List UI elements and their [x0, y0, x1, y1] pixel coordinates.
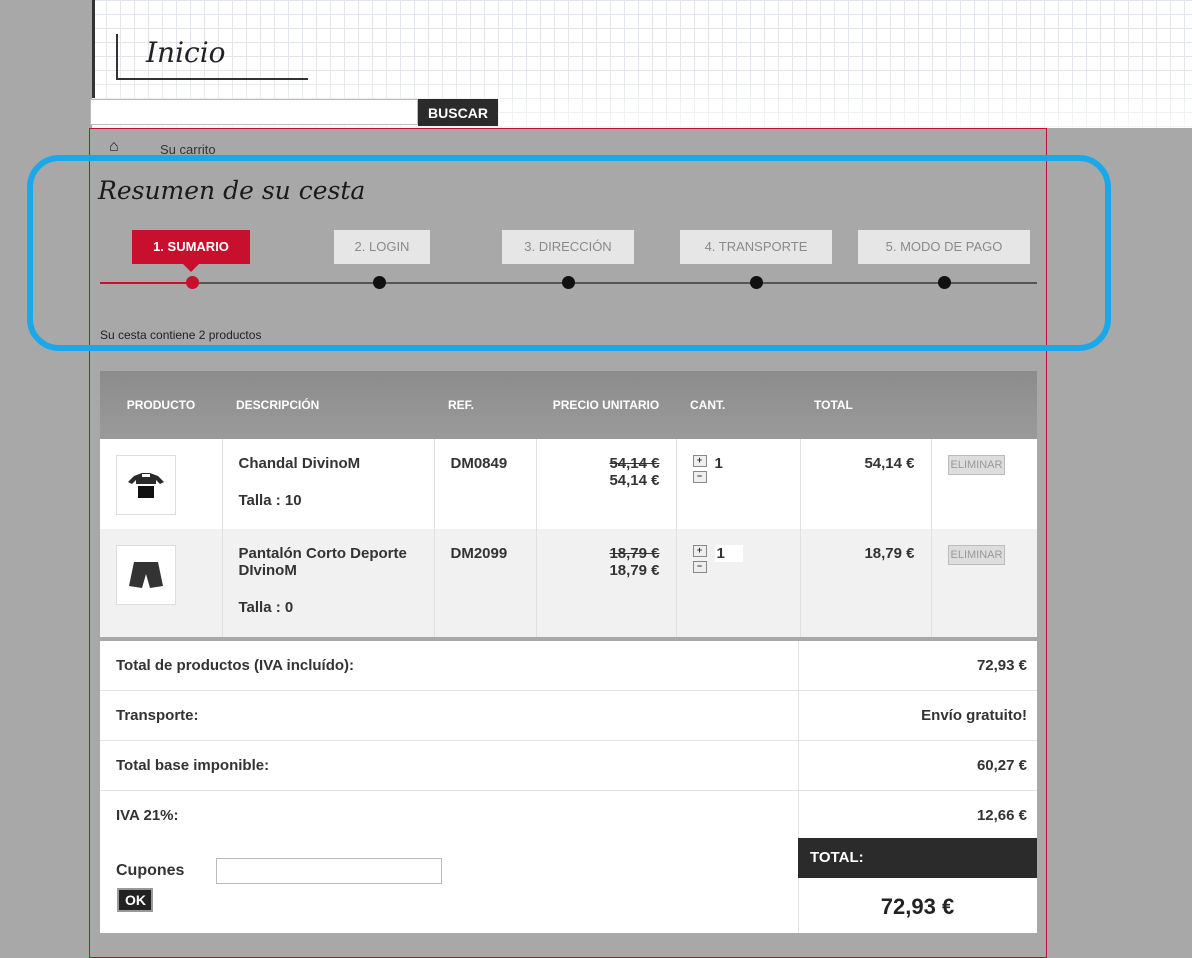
coupon-label: Cupones: [116, 862, 185, 879]
product-price-cell: 18,79 € 18,79 €: [536, 529, 677, 637]
shipping-row: Transporte: Envío gratuito!: [100, 691, 1037, 741]
product-qty-cell: + − 1: [676, 529, 801, 637]
search-input[interactable]: [90, 99, 418, 125]
search-button[interactable]: BUSCAR: [418, 99, 498, 126]
shipping-value: Envío gratuito!: [921, 707, 1027, 724]
product-ref: DM2099: [434, 529, 537, 637]
product-size: Talla : 10: [238, 492, 302, 509]
tax-base-label: Total base imponible:: [116, 757, 270, 774]
annotation-highlight: [27, 155, 1111, 351]
product-price-cell: 54,14 € 54,14 €: [536, 439, 677, 529]
total-products-value: 72,93 €: [976, 657, 1027, 674]
price-new: 54,14 €: [609, 472, 660, 489]
qty-increase-button[interactable]: +: [692, 455, 707, 467]
product-thumb-cell: [100, 529, 223, 637]
coupon-row: Cupones OK TOTAL: 72,93 €: [100, 838, 1037, 933]
table-header-row: PRODUCTO DESCRIPCIÓN REF. PRECIO UNITARI…: [100, 371, 1037, 439]
qty-value[interactable]: 1: [714, 545, 743, 562]
table-row: Pantalón Corto Deporte DIvinoM Talla : 0…: [100, 529, 1037, 637]
header-border: [92, 0, 95, 98]
header-actions: [931, 371, 1037, 439]
tax-base-value: 60,27 €: [976, 757, 1027, 774]
shorts-icon: [129, 562, 163, 588]
home-link-label: Inicio: [146, 36, 226, 69]
home-icon[interactable]: ⌂: [109, 138, 119, 156]
price-old: 54,14 €: [609, 455, 660, 472]
product-actions: ELIMINAR: [931, 439, 1037, 529]
product-image[interactable]: [116, 455, 176, 515]
header-cantidad: CANT.: [676, 371, 800, 439]
header-total: TOTAL: [800, 371, 931, 439]
price-old: 18,79 €: [609, 545, 660, 562]
header-producto: PRODUCTO: [100, 371, 222, 439]
shipping-label: Transporte:: [116, 707, 199, 724]
cart-table: PRODUCTO DESCRIPCIÓN REF. PRECIO UNITARI…: [100, 371, 1037, 637]
product-qty-cell: + − 1: [676, 439, 801, 529]
product-name[interactable]: Chandal DivinoM: [239, 455, 361, 472]
delete-button[interactable]: ELIMINAR: [947, 545, 1006, 565]
total-products-row: Total de productos (IVA incluído): 72,93…: [100, 641, 1037, 691]
qty-value[interactable]: 1: [715, 455, 723, 472]
totals-block: Total de productos (IVA incluído): 72,93…: [100, 641, 1037, 841]
qty-increase-button[interactable]: +: [692, 545, 707, 557]
header-descripcion: DESCRIPCIÓN: [222, 371, 434, 439]
price-new: 18,79 €: [609, 562, 660, 579]
coupon-input[interactable]: [216, 858, 442, 884]
product-name[interactable]: Pantalón Corto Deporte DIvinoM: [239, 545, 407, 579]
delete-button[interactable]: ELIMINAR: [947, 455, 1006, 475]
qty-decrease-button[interactable]: −: [692, 561, 707, 573]
product-size: Talla : 0: [238, 599, 294, 616]
tracksuit-icon: [128, 473, 164, 498]
grand-total-value: 72,93 €: [880, 894, 955, 919]
header-ref: REF.: [434, 371, 536, 439]
vat-label: IVA 21%:: [116, 807, 179, 824]
product-ref: DM0849: [434, 439, 537, 529]
tax-base-row: Total base imponible: 60,27 €: [100, 741, 1037, 791]
grand-total-label: TOTAL:: [798, 838, 1037, 878]
qty-decrease-button[interactable]: −: [692, 471, 707, 483]
product-total: 54,14 €: [800, 439, 932, 529]
product-thumb-cell: [100, 439, 223, 529]
vat-value: 12,66 €: [976, 807, 1027, 824]
header-precio-unitario: PRECIO UNITARIO: [536, 371, 676, 439]
table-row: Chandal DivinoM Talla : 10 DM0849 54,14 …: [100, 439, 1037, 529]
home-link[interactable]: Inicio: [116, 34, 308, 80]
product-image[interactable]: [116, 545, 176, 605]
product-description: Pantalón Corto Deporte DIvinoM Talla : 0: [222, 529, 435, 637]
coupon-ok-button[interactable]: OK: [117, 888, 153, 912]
vat-row: IVA 21%: 12,66 €: [100, 791, 1037, 841]
product-description: Chandal DivinoM Talla : 10: [222, 439, 435, 529]
product-actions: ELIMINAR: [931, 529, 1037, 637]
total-products-label: Total de productos (IVA incluído):: [116, 657, 355, 674]
product-total: 18,79 €: [800, 529, 932, 637]
